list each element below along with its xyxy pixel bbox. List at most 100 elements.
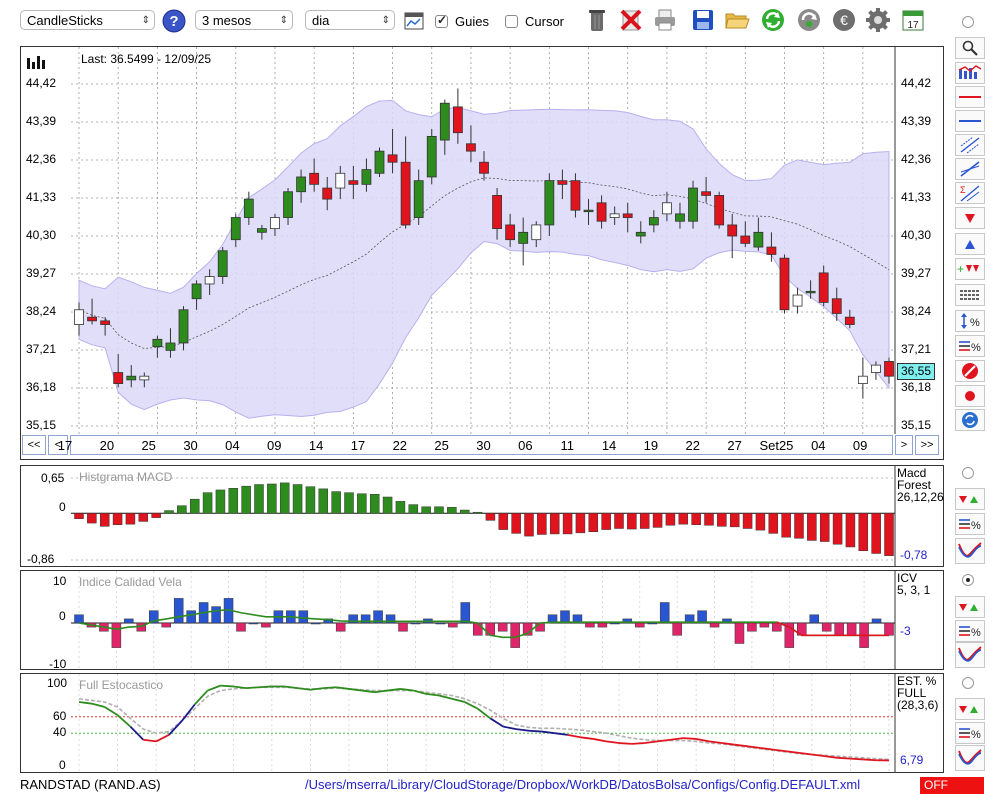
icv-bar <box>759 622 770 628</box>
icv-bar <box>335 622 346 632</box>
indicator-chart-icon[interactable] <box>955 62 985 84</box>
stoch-k-segment <box>618 742 632 745</box>
macd-bar <box>164 510 174 514</box>
price-axis-tick: 39,27 <box>901 266 932 280</box>
date-axis-tick: 09 <box>267 438 282 453</box>
stoch-percent-lines-icon[interactable]: % <box>955 722 985 744</box>
candle-body <box>544 180 555 226</box>
sync-icon[interactable] <box>796 7 822 33</box>
zoom-icon[interactable] <box>955 37 985 59</box>
icv-panel[interactable]: Indice Calidad Vela 10 0 -10 ICV 5, 3, 1… <box>20 570 944 671</box>
panel-select-radio-stoch[interactable] <box>962 677 974 689</box>
panel-select-radio-macd[interactable] <box>962 467 974 479</box>
macd-bar <box>177 505 187 514</box>
candle-body <box>335 172 346 189</box>
interval-select[interactable]: dia ⇕ <box>305 10 395 30</box>
svg-text:%: % <box>971 627 981 639</box>
macd-percent-lines-icon[interactable]: % <box>955 513 985 535</box>
stop-icon[interactable] <box>955 360 985 382</box>
trend-line-icon[interactable] <box>955 158 985 180</box>
percent-lines-icon[interactable]: % <box>955 335 985 357</box>
icv-bar <box>884 622 894 636</box>
stoch-panel[interactable]: Full Estocastico 100 60 40 0 EST. % FULL (2… <box>20 673 944 773</box>
trash-icon[interactable] <box>584 7 610 33</box>
candle-body <box>753 231 764 248</box>
panel-select-radio-icv[interactable] <box>962 574 974 586</box>
horizontal-blue-line-icon[interactable] <box>955 110 985 132</box>
arrow-up-icon[interactable] <box>955 233 985 255</box>
currency-icon[interactable]: € <box>831 7 857 33</box>
macd-signal-arrows-icon[interactable] <box>955 488 985 510</box>
record-icon[interactable] <box>955 385 985 407</box>
guides-checkbox[interactable] <box>435 13 448 28</box>
fibonacci-icon[interactable]: Σ <box>955 182 985 204</box>
settings-icon[interactable] <box>865 7 891 33</box>
cursor-checkbox[interactable] <box>505 15 518 28</box>
stoch-k-segment <box>143 738 157 743</box>
stoch-curve-icon[interactable] <box>955 745 985 771</box>
calendar-icon[interactable]: 17 <box>900 7 926 33</box>
nav-first-button[interactable]: << <box>22 435 46 455</box>
stoch-k-segment <box>104 706 119 716</box>
icv-bar <box>871 618 882 624</box>
stoch-k-segment <box>863 758 877 762</box>
panel-select-radio-main[interactable] <box>962 16 974 28</box>
candle-body <box>688 187 698 222</box>
status-badge[interactable]: OFF <box>920 777 984 794</box>
period-select[interactable]: 3 mesos ⇕ <box>195 10 293 30</box>
macd-zero-label: 0 <box>59 500 66 514</box>
macd-panel[interactable]: Histgrama MACD 0,65 0 -0,86 Macd Forest … <box>20 465 944 567</box>
cycle-icon[interactable] <box>955 409 985 431</box>
macd-bar <box>537 513 547 535</box>
icv-bar <box>809 614 819 624</box>
price-chart[interactable] <box>21 47 943 459</box>
stoch-signal-arrows-icon[interactable] <box>955 698 985 720</box>
add-signal-icon[interactable]: + <box>955 258 985 280</box>
save-icon[interactable] <box>690 7 716 33</box>
date-scroller[interactable]: 17 20 25 30 04 09 14 17 22 25 30 06 11 14 19 22 27 Set25 0… <box>58 435 909 455</box>
date-axis-tick: 14 <box>601 438 617 453</box>
icv-signal-arrows-icon[interactable] <box>955 596 985 618</box>
nav-last-button[interactable]: >> <box>915 435 939 455</box>
date-axis-tick: 25 <box>434 438 449 453</box>
arrow-down-icon[interactable] <box>955 207 985 229</box>
stoch-k-segment <box>670 737 684 741</box>
print-icon[interactable] <box>652 7 678 33</box>
candle-body <box>426 135 437 178</box>
grid-lines-icon[interactable] <box>955 284 985 306</box>
cursor-label: Cursor <box>525 14 565 29</box>
stoch-k-segment <box>220 684 234 688</box>
nav-next-button[interactable]: > <box>895 435 913 455</box>
horizontal-red-line-icon[interactable] <box>955 86 985 108</box>
icv-bar <box>410 622 421 625</box>
candle-body <box>296 176 306 193</box>
macd-side-label: Macd Forest 26,12,26 <box>897 467 944 503</box>
refresh-icon[interactable] <box>760 7 786 33</box>
trend-channel-icon[interactable] <box>955 134 985 156</box>
icv-percent-lines-icon[interactable]: % <box>955 620 985 642</box>
date-axis-tick: 06 <box>518 438 533 453</box>
macd-bar <box>549 513 560 535</box>
config-path-link[interactable]: /Users/mserra/Library/CloudStorage/Dropb… <box>305 777 860 795</box>
delete-icon[interactable] <box>618 7 644 33</box>
price-axis-tick: 38,24 <box>901 304 932 318</box>
macd-bar <box>704 513 714 526</box>
calendar-chart-icon[interactable] <box>401 8 427 34</box>
chart-type-select[interactable]: CandleSticks ⇕ <box>20 10 155 30</box>
price-chart-panel[interactable]: Last: 36.5499 - 12/09/25 44,42 43,39 42,36… <box>20 46 944 460</box>
guides-label: Guies <box>455 14 489 29</box>
folder-open-icon[interactable] <box>724 7 750 33</box>
candle-body <box>779 257 790 311</box>
stoch-k-segment <box>683 737 697 740</box>
macd-bar <box>254 484 264 514</box>
price-axis-tick: 40,30 <box>901 228 932 242</box>
help-icon[interactable]: ? <box>161 8 187 34</box>
macd-curve-icon[interactable] <box>955 538 985 564</box>
percent-scale-icon[interactable]: % <box>955 310 985 332</box>
macd-bar <box>267 483 277 514</box>
macd-bar <box>614 513 624 529</box>
stoch-axis-tick: 0 <box>59 758 66 772</box>
macd-bar <box>331 491 341 514</box>
stoch-k-segment <box>323 686 337 689</box>
icv-curve-icon[interactable] <box>955 642 985 668</box>
